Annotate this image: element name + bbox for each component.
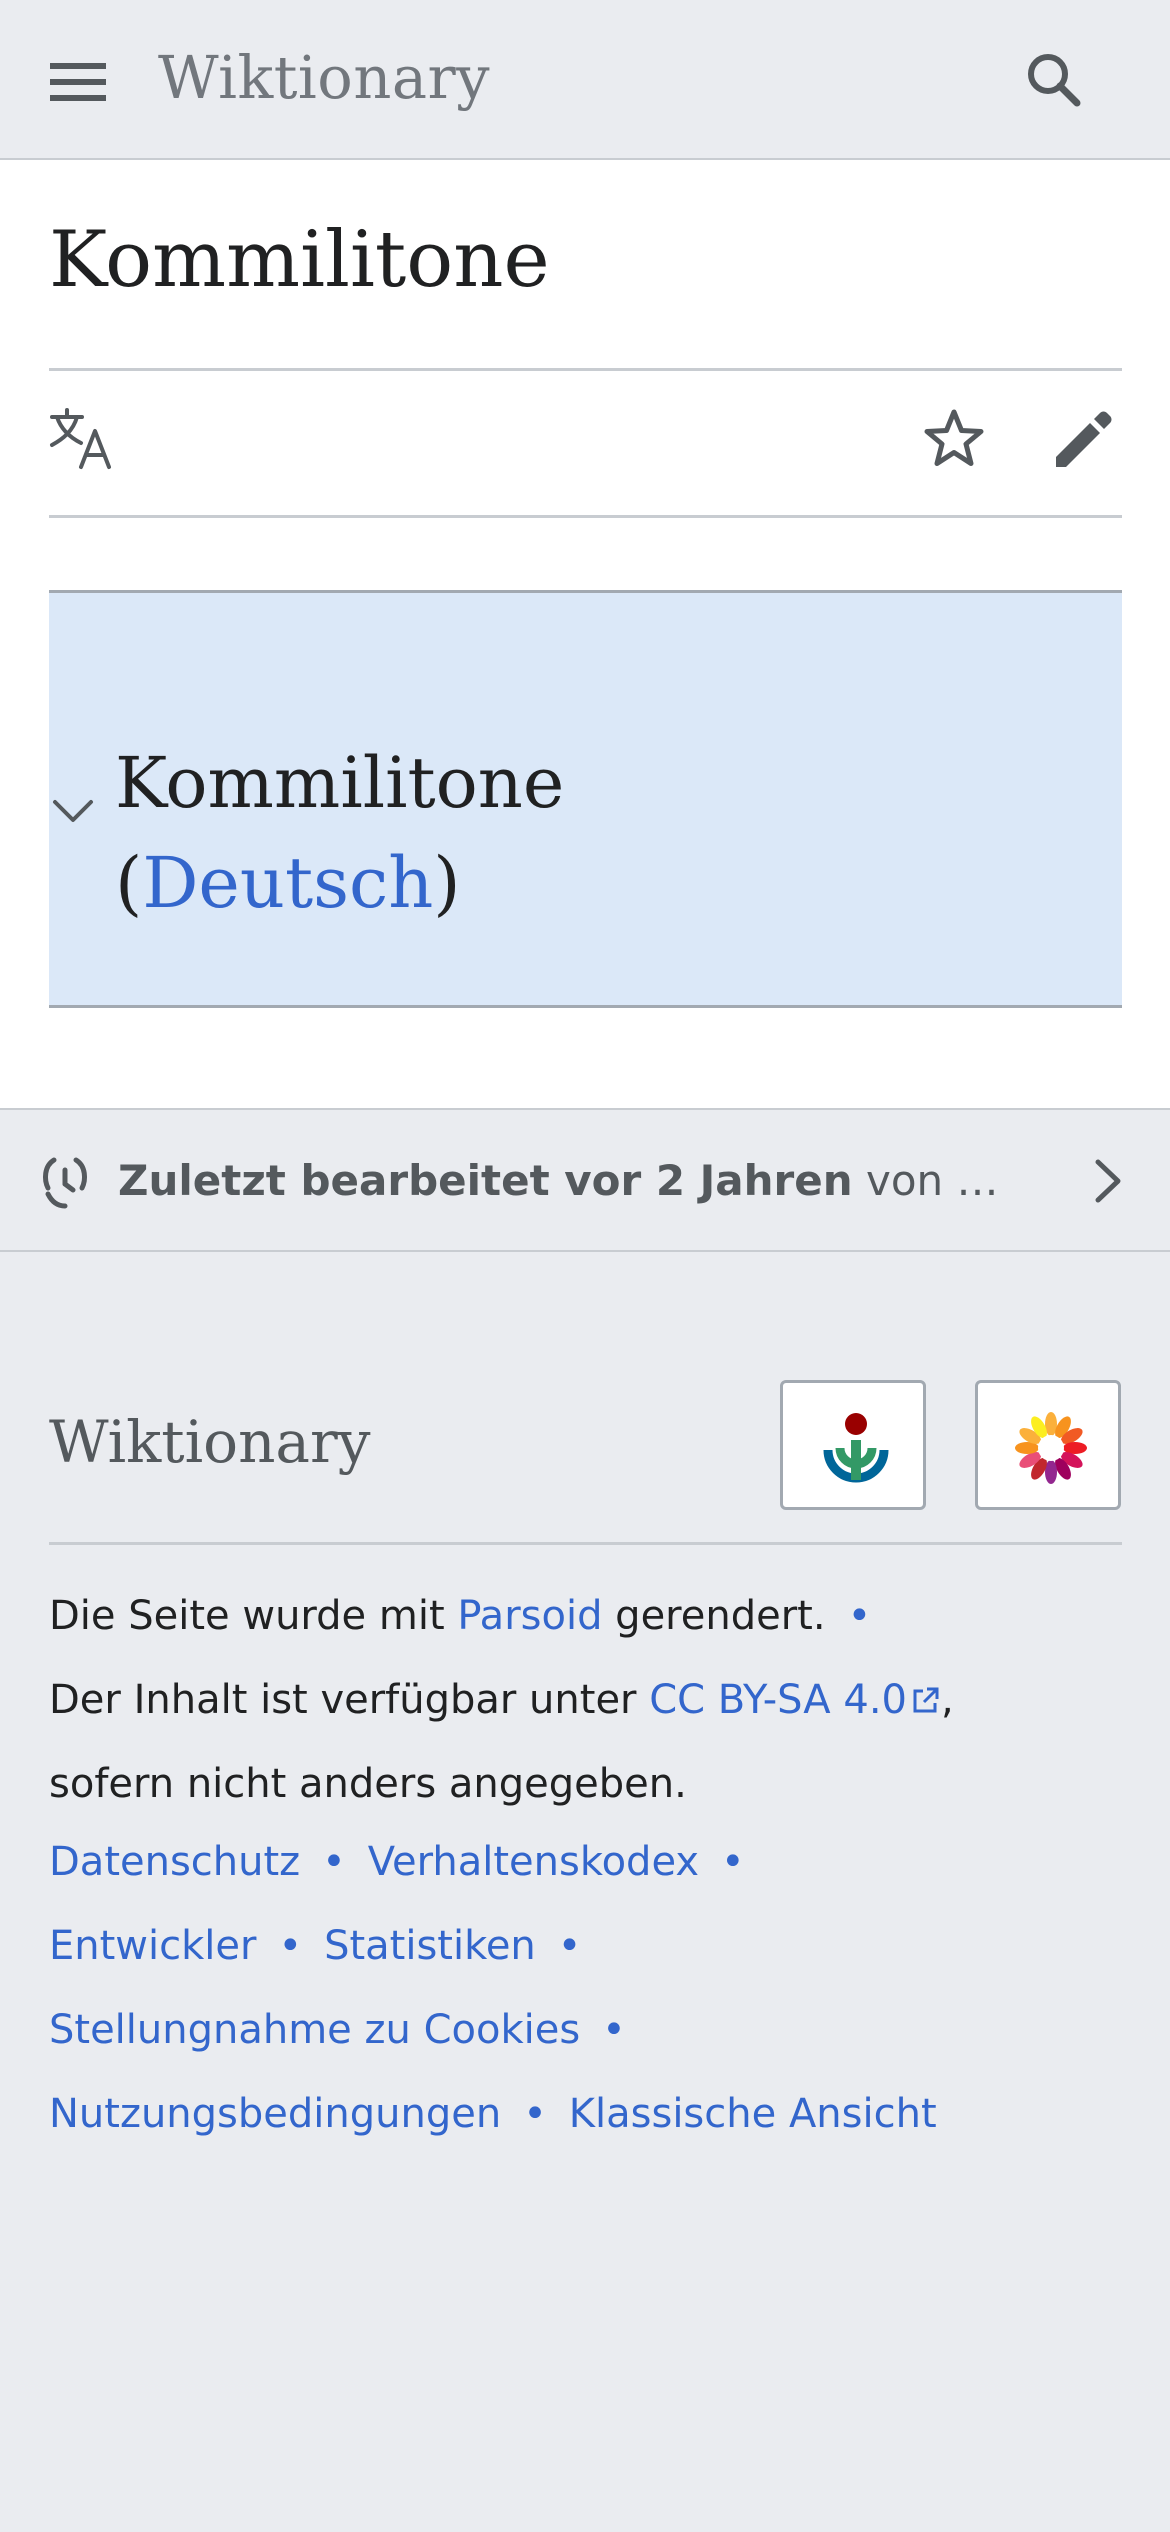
privacy-link[interactable]: Datenschutz xyxy=(49,1839,300,1885)
page-title: Kommilitone xyxy=(49,215,550,305)
pencil-icon xyxy=(1056,411,1112,467)
divider xyxy=(49,515,1122,518)
chevron-right-icon xyxy=(1095,1159,1121,1203)
footer-links-row: Nutzungsbedingungen • Klassische Ansicht xyxy=(49,2072,1122,2156)
wikimedia-logo-icon xyxy=(823,1413,889,1483)
bullet-separator: • xyxy=(557,1923,582,1969)
section-title-text: Kommilitone xyxy=(115,742,565,824)
footer-links-row: Entwickler • Statistiken • xyxy=(49,1904,1122,1988)
license-line-2: Der Inhalt ist verfügbar unter CC BY-SA … xyxy=(49,1677,954,1723)
cc-by-sa-link[interactable]: CC BY-SA 4.0 xyxy=(649,1677,941,1723)
bullet-separator: • xyxy=(721,1839,745,1885)
open-paren: ( xyxy=(115,842,143,924)
bullet-separator: • xyxy=(523,2091,547,2137)
hamburger-icon xyxy=(50,63,106,101)
language-link[interactable]: Deutsch xyxy=(142,842,433,924)
bullet-separator: • xyxy=(322,1839,346,1885)
last-edited-bar[interactable]: Zuletzt bearbeitet vor 2 Jahren von 2… xyxy=(0,1108,1170,1252)
last-edited-author: von 2… xyxy=(852,1156,1018,1205)
last-edited-label: Zuletzt bearbeitet vor 2 Jahren xyxy=(118,1156,853,1205)
watch-button[interactable] xyxy=(922,407,994,479)
last-edited-text: Zuletzt bearbeitet vor 2 Jahren von 2… xyxy=(118,1154,1018,1208)
bullet-separator: • xyxy=(602,2007,626,2053)
statistics-link[interactable]: Statistiken xyxy=(324,1923,536,1969)
chevron-down-icon xyxy=(53,800,93,822)
history-icon xyxy=(43,1157,87,1209)
developers-link[interactable]: Entwickler xyxy=(49,1923,256,1969)
site-title[interactable]: Wiktionary xyxy=(158,40,490,116)
footer-links: Datenschutz • Verhaltenskodex • Entwickler •… xyxy=(49,1820,1122,2156)
page-content: Kommilitone Kommilitone (Deutsch) xyxy=(0,160,1170,1108)
main-menu-button[interactable] xyxy=(38,48,118,116)
language-icon xyxy=(50,408,111,469)
language-button[interactable] xyxy=(49,407,121,479)
code-of-conduct-link[interactable]: Verhaltenskodex xyxy=(368,1839,699,1885)
close-paren: ) xyxy=(433,842,461,924)
footer-links-row: Stellungnahme zu Cookies • xyxy=(49,1988,1122,2072)
divider xyxy=(49,1542,1122,1545)
footer: Wiktionary Die Seite wurde mit Parsoid g… xyxy=(0,1252,1170,2532)
external-link-icon xyxy=(913,1687,939,1713)
footer-site-name: Wiktionary xyxy=(49,1408,371,1476)
mediawiki-badge[interactable] xyxy=(975,1380,1121,1510)
mediawiki-logo-icon xyxy=(1015,1412,1087,1484)
star-icon xyxy=(924,409,984,466)
license-text: Die Seite wurde mit Parsoid gerendert. • … xyxy=(49,1574,1122,1826)
search-icon xyxy=(1028,54,1081,107)
bullet-separator: • xyxy=(847,1593,872,1639)
edit-button[interactable] xyxy=(1052,407,1124,479)
section-heading-toggle[interactable]: Kommilitone (Deutsch) xyxy=(49,590,1122,1008)
parsoid-link[interactable]: Parsoid xyxy=(457,1593,602,1639)
cookie-statement-link[interactable]: Stellungnahme zu Cookies xyxy=(49,2007,580,2053)
section-title: Kommilitone (Deutsch) xyxy=(115,733,564,933)
bullet-separator: • xyxy=(278,1923,303,1969)
footer-links-row: Datenschutz • Verhaltenskodex • xyxy=(49,1820,1122,1904)
desktop-view-link[interactable]: Klassische Ansicht xyxy=(569,2091,937,2137)
header: Wiktionary xyxy=(0,0,1170,160)
license-line-3: sofern nicht anders angegeben. xyxy=(49,1761,687,1807)
wikimedia-foundation-badge[interactable] xyxy=(780,1380,926,1510)
terms-of-use-link[interactable]: Nutzungsbedingungen xyxy=(49,2091,501,2137)
license-line-1: Die Seite wurde mit Parsoid gerendert. • xyxy=(49,1574,1122,1658)
search-button[interactable] xyxy=(1010,40,1100,120)
page-actions-bar xyxy=(49,371,1122,515)
